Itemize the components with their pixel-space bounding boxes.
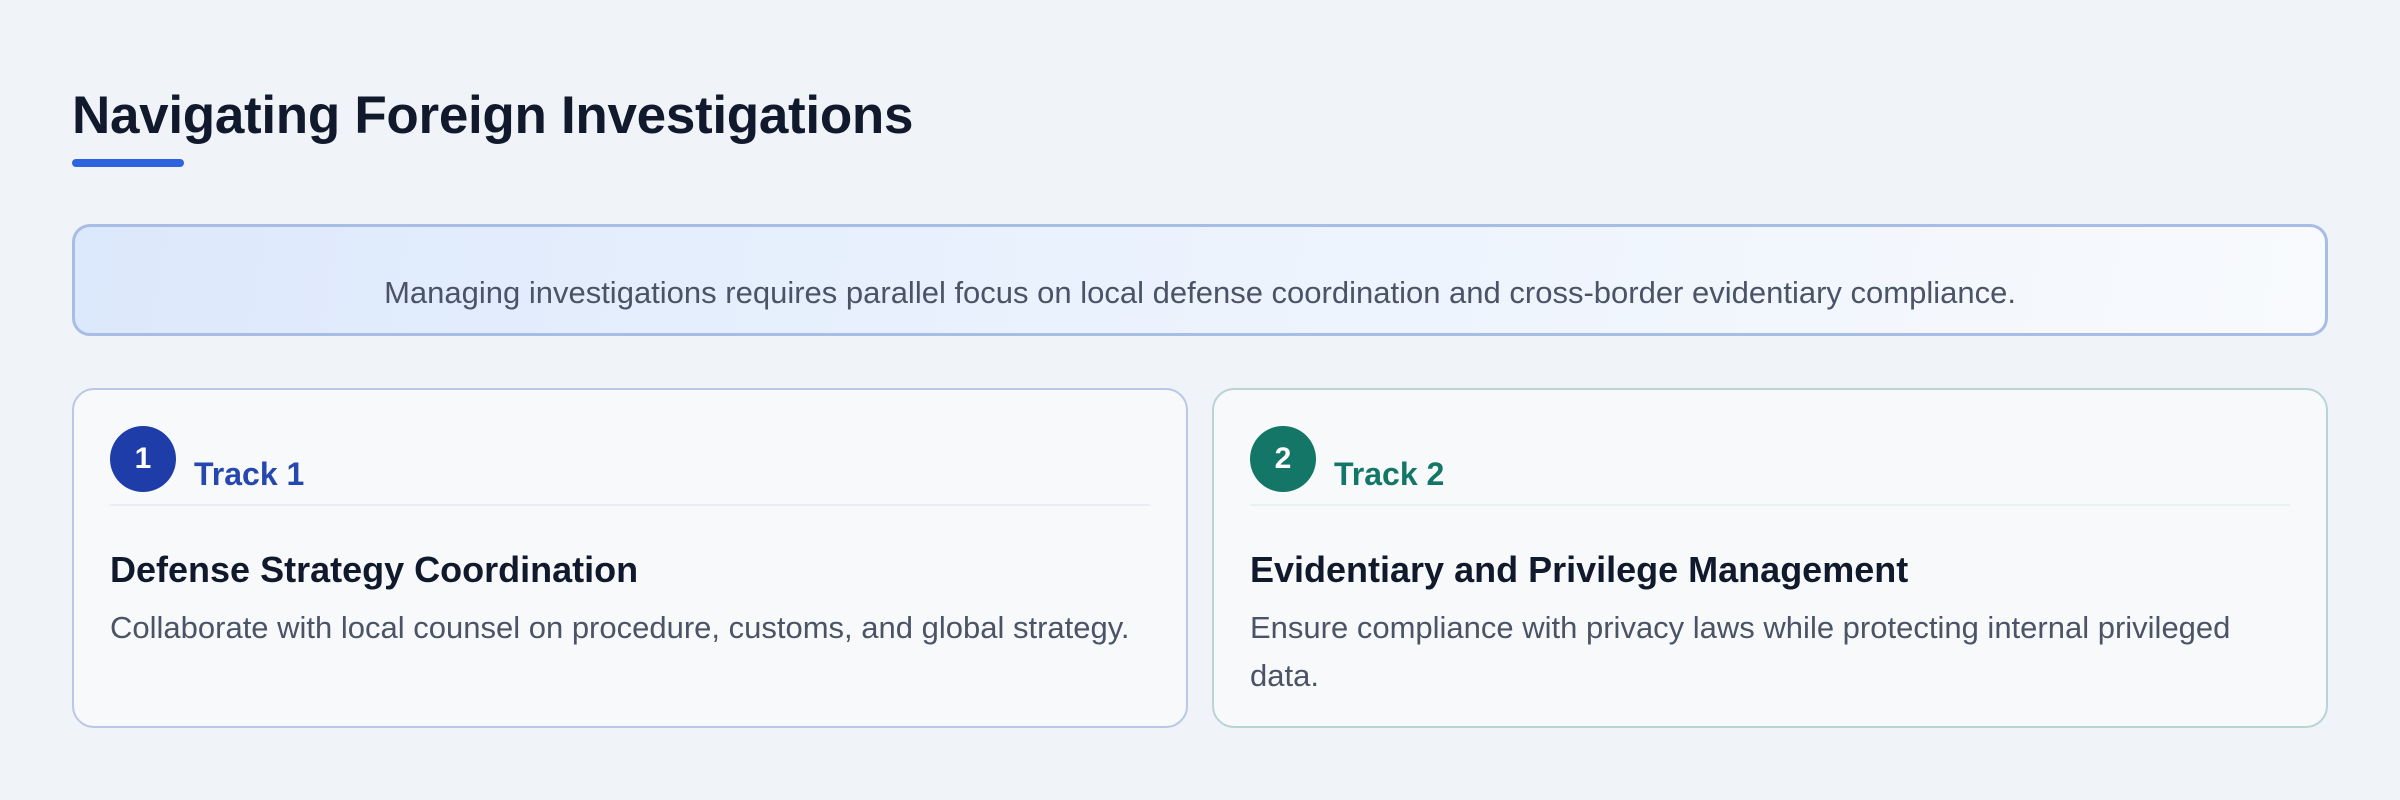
page-title: Navigating Foreign Investigations — [72, 86, 914, 145]
track-title: Defense Strategy Coordination — [110, 549, 639, 590]
track-card-1: 1 Track 1 Defense Strategy Coordination … — [72, 388, 1188, 728]
summary-text: Managing investigations requires paralle… — [384, 275, 2016, 310]
track-card-2: 2 Track 2 Evidentiary and Privilege Mana… — [1212, 388, 2328, 728]
track-label: Track 1 — [194, 456, 305, 492]
track-description: Ensure compliance with privacy laws whil… — [1250, 610, 2231, 693]
title-underline — [72, 159, 184, 167]
summary-banner: Managing investigations requires paralle… — [72, 224, 2328, 336]
track-number-badge: 1 — [110, 426, 176, 492]
track-card-header: 1 Track 1 — [110, 426, 1150, 506]
page: Navigating Foreign Investigations Managi… — [0, 0, 2400, 800]
track-label: Track 2 — [1334, 456, 1445, 492]
track-card-header: 2 Track 2 — [1250, 426, 2290, 506]
track-description: Collaborate with local counsel on proced… — [110, 610, 1130, 645]
track-number-badge: 2 — [1250, 426, 1316, 492]
track-title: Evidentiary and Privilege Management — [1250, 549, 1909, 590]
